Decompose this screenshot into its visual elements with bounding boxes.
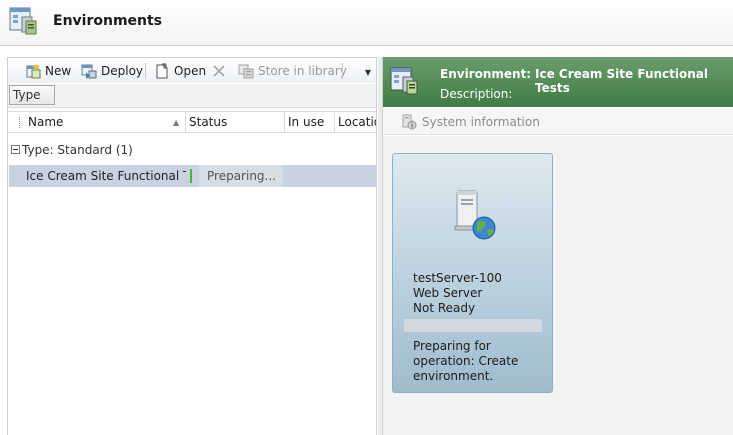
environment-key: Environment: — [440, 67, 532, 81]
column-header-row: Name ▲ Status In use Locatio — [8, 111, 376, 133]
column-header-name[interactable]: Name — [25, 112, 186, 133]
toolbar-separator — [145, 63, 146, 79]
open-button[interactable]: Open — [154, 62, 206, 80]
system-information-label: System information — [422, 115, 540, 129]
group-header-row[interactable]: Type: Standard (1) — [8, 141, 376, 159]
store-in-library-button[interactable]: Store in library — [238, 62, 347, 80]
environment-icon — [390, 67, 418, 95]
system-information-icon — [402, 114, 417, 130]
system-information-button[interactable]: System information — [401, 114, 540, 130]
environment-icon — [9, 7, 37, 35]
deploy-label: Deploy — [101, 64, 144, 78]
collapse-icon[interactable] — [11, 145, 20, 154]
environment-banner: Environment: Ice Cream Site Functional T… — [383, 57, 733, 107]
store-in-library-icon — [238, 64, 254, 79]
environment-value: Ice Cream Site Functional Tests — [535, 67, 708, 95]
new-icon — [26, 63, 41, 79]
column-header-location[interactable]: Locatio — [335, 112, 376, 133]
new-button[interactable]: New — [25, 62, 71, 80]
server-name: testServer-100 — [413, 271, 502, 285]
server-status-message: Preparing for operation: Create environm… — [413, 339, 519, 383]
web-server-icon — [454, 190, 496, 240]
page-header: Environments — [0, 0, 733, 46]
server-role: Web Server — [413, 286, 483, 300]
details-toolbar: System information — [383, 109, 733, 135]
open-label: Open — [174, 64, 207, 78]
delete-button[interactable] — [212, 62, 230, 80]
store-in-library-label: Store in library — [258, 64, 347, 78]
toolbar-separator — [342, 63, 343, 79]
server-progress-bar — [404, 319, 542, 332]
deploy-icon — [81, 64, 97, 79]
environment-details-pane: Environment: Ice Cream Site Functional T… — [382, 57, 733, 435]
delete-icon — [213, 65, 225, 77]
sort-ascending-icon: ▲ — [173, 118, 180, 127]
environment-name-cell: Ice Cream Site Functional T... — [26, 169, 186, 183]
group-by-area: Type — [8, 84, 376, 108]
column-header-in-use[interactable]: In use — [285, 112, 335, 133]
description-key: Description: — [440, 87, 513, 101]
toolbar-overflow-icon[interactable]: ▼ — [365, 68, 371, 77]
page-title: Environments — [53, 13, 163, 29]
column-grip-icon[interactable] — [19, 117, 22, 128]
machines-canvas: testServer-100 Web Server Not Ready Prep… — [383, 136, 733, 435]
environments-list-pane: New Deploy Open Store in library ▼ Type … — [7, 57, 377, 435]
column-location-label: Locatio — [338, 115, 376, 129]
deploy-button[interactable]: Deploy — [81, 62, 143, 80]
open-icon — [156, 63, 168, 79]
status-indicator — [190, 169, 192, 183]
server-state: Not Ready — [413, 301, 476, 315]
group-label: Type: Standard (1) — [22, 143, 133, 157]
column-header-status[interactable]: Status — [186, 112, 285, 133]
column-name-label: Name — [28, 115, 64, 129]
toolbar: New Deploy Open Store in library ▼ — [8, 57, 376, 83]
server-card[interactable]: testServer-100 Web Server Not Ready Prep… — [392, 153, 553, 393]
column-in-use-label: In use — [288, 115, 325, 129]
group-by-type-chip[interactable]: Type — [9, 85, 55, 105]
environment-status-cell: Preparing... — [199, 165, 283, 187]
new-label: New — [45, 64, 72, 78]
column-status-label: Status — [189, 115, 228, 129]
table-row[interactable]: Ice Cream Site Functional T... Preparing… — [9, 165, 376, 187]
